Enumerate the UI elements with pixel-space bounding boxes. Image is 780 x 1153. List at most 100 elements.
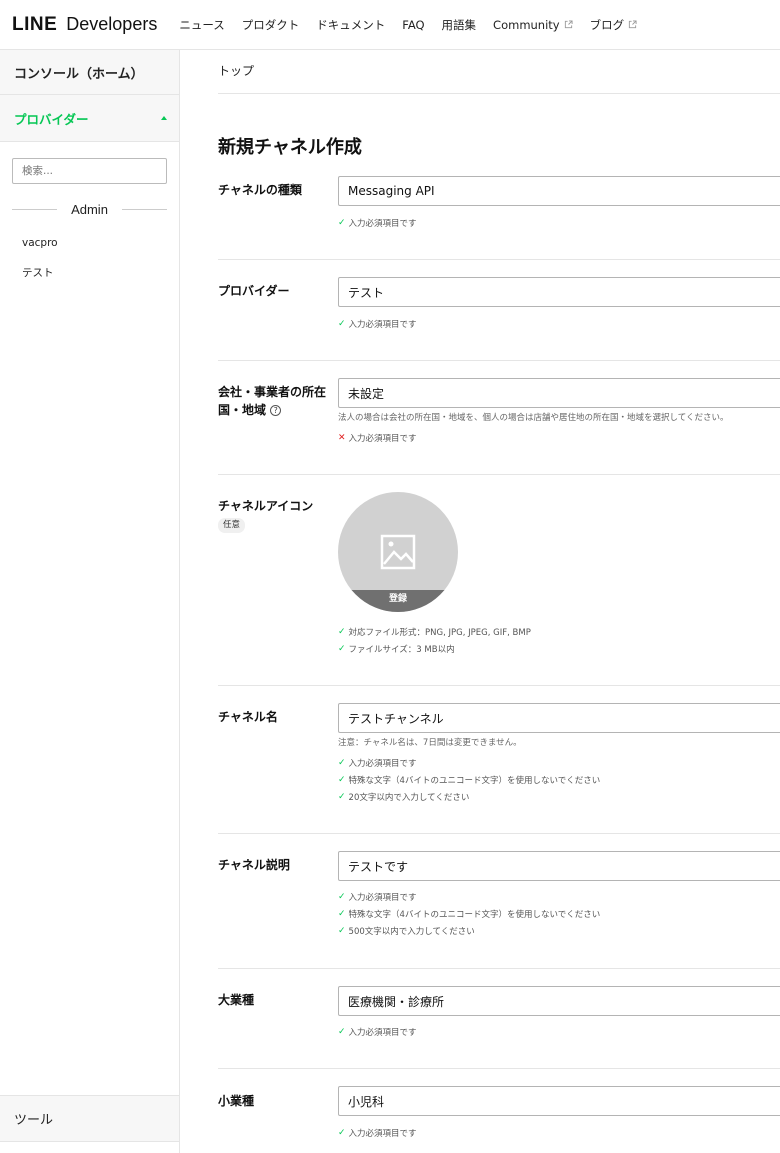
checkmark-icon: ✓: [338, 892, 346, 902]
checkmark-icon: ✓: [338, 926, 346, 936]
channel-type-label: チャネルの種類: [218, 183, 302, 197]
nav-news[interactable]: ニュース: [179, 17, 224, 33]
help-icon[interactable]: ?: [270, 405, 282, 416]
channel-type-check-text: 入力必須項目です: [348, 219, 417, 229]
minor-industry-check: ✓ 入力必須項目です: [338, 1127, 417, 1139]
sidebar-group-admin: Admin: [12, 202, 168, 217]
divider: [218, 474, 780, 475]
provider-check-text: 入力必須項目です: [348, 320, 417, 330]
page-title: 新規チャネル作成: [218, 137, 362, 158]
country-error-text: 入力必須項目です: [348, 434, 417, 444]
top-nav: ニュース プロダクト ドキュメント FAQ 用語集 Community ブログ: [179, 17, 654, 33]
image-placeholder-icon: [380, 534, 416, 570]
sidebar-item-vacpro[interactable]: vacpro: [22, 237, 58, 249]
provider-field[interactable]: [338, 277, 780, 307]
description-check-length: ✓ 500文字以内で入力してください: [338, 925, 475, 937]
channel-icon-upload[interactable]: 登録: [338, 492, 458, 612]
sidebar-console-home[interactable]: コンソール（ホーム）: [0, 50, 179, 95]
sidebar-tools[interactable]: ツール: [0, 1095, 179, 1142]
checkmark-icon: ✓: [338, 1128, 346, 1138]
channel-description-input[interactable]: [338, 851, 780, 881]
minor-industry-check-text: 入力必須項目です: [348, 1129, 417, 1139]
checkmark-icon: ✓: [338, 758, 346, 768]
caret-up-icon: [161, 116, 167, 120]
register-icon-button[interactable]: 登録: [338, 590, 458, 612]
nav-products[interactable]: プロダクト: [242, 17, 300, 33]
country-error: ✕ 入力必須項目です: [338, 432, 417, 444]
description-check-length-text: 500文字以内で入力してください: [348, 927, 475, 937]
channel-type-check: ✓ 入力必須項目です: [338, 217, 417, 229]
icon-check-size-text: ファイルサイズ：3 MB以内: [348, 645, 455, 655]
line-developers-logo[interactable]: LINE Developers: [12, 14, 157, 36]
channel-name-check-length-text: 20文字以内で入力してください: [348, 793, 470, 803]
nav-glossary[interactable]: 用語集: [442, 17, 477, 33]
sidebar-item-test[interactable]: テスト: [22, 265, 54, 280]
description-check-required-text: 入力必須項目です: [348, 893, 417, 903]
country-label: 会社・事業者の所在 国・地域 ?: [218, 383, 333, 419]
sidebar-search-input[interactable]: [12, 158, 167, 184]
checkmark-icon: ✓: [338, 1027, 346, 1037]
divider: [218, 1068, 780, 1069]
nav-faq[interactable]: FAQ: [402, 18, 424, 32]
country-label-line1: 会社・事業者の所在: [218, 385, 327, 399]
provider-check: ✓ 入力必須項目です: [338, 318, 417, 330]
checkmark-icon: ✓: [338, 644, 346, 654]
channel-icon-label: チャネルアイコン: [218, 499, 314, 513]
channel-name-check-required: ✓ 入力必須項目です: [338, 757, 417, 769]
divider: [218, 685, 780, 686]
x-icon: ✕: [338, 433, 346, 443]
checkmark-icon: ✓: [338, 319, 346, 329]
divider: [121, 209, 168, 210]
channel-type-field[interactable]: [338, 176, 780, 206]
logo-developers-text: Developers: [66, 13, 158, 34]
icon-check-format-text: 対応ファイル形式：PNG, JPG, JPEG, GIF, BMP: [348, 628, 531, 638]
channel-name-check-required-text: 入力必須項目です: [348, 759, 417, 769]
channel-name-check-chars: ✓ 特殊な文字（4バイトのユニコード文字）を使用しないでください: [338, 774, 600, 786]
divider: [218, 968, 780, 969]
country-field[interactable]: [338, 378, 780, 408]
description-check-required: ✓ 入力必須項目です: [338, 891, 417, 903]
nav-blog[interactable]: ブログ: [590, 17, 638, 33]
checkmark-icon: ✓: [338, 909, 346, 919]
top-header: LINE Developers ニュース プロダクト ドキュメント FAQ 用語…: [0, 0, 780, 50]
divider: [12, 209, 58, 210]
channel-description-label: チャネル説明: [218, 858, 290, 872]
divider: [218, 360, 780, 361]
sidebar-provider-toggle[interactable]: プロバイダー: [0, 95, 179, 142]
external-link-icon: [564, 20, 573, 29]
nav-community[interactable]: Community: [493, 18, 573, 32]
provider-label: プロバイダー: [218, 284, 290, 298]
sidebar-group-label: Admin: [71, 202, 108, 217]
channel-name-check-chars-text: 特殊な文字（4バイトのユニコード文字）を使用しないでください: [348, 776, 601, 786]
country-label-line2: 国・地域: [218, 403, 267, 417]
divider: [218, 259, 780, 260]
description-check-chars: ✓ 特殊な文字（4バイトのユニコード文字）を使用しないでください: [338, 908, 600, 920]
minor-industry-label: 小業種: [218, 1094, 255, 1108]
major-industry-check-text: 入力必須項目です: [348, 1028, 417, 1038]
breadcrumb-top[interactable]: トップ: [218, 62, 254, 79]
channel-name-check-length: ✓ 20文字以内で入力してください: [338, 791, 469, 803]
icon-check-format: ✓ 対応ファイル形式：PNG, JPG, JPEG, GIF, BMP: [338, 626, 531, 638]
nav-documents[interactable]: ドキュメント: [316, 17, 385, 33]
checkmark-icon: ✓: [338, 218, 346, 228]
description-check-chars-text: 特殊な文字（4バイトのユニコード文字）を使用しないでください: [348, 910, 601, 920]
icon-check-size: ✓ ファイルサイズ：3 MB以内: [338, 643, 455, 655]
major-industry-field[interactable]: [338, 986, 780, 1016]
sidebar: コンソール（ホーム） プロバイダー Admin vacpro テスト ツール: [0, 50, 180, 1153]
channel-name-note: 注意：チャネル名は、7日間は変更できません。: [338, 738, 522, 748]
external-link-icon: [629, 20, 637, 29]
divider: [218, 833, 780, 834]
checkmark-icon: ✓: [338, 792, 346, 802]
channel-name-input[interactable]: [338, 703, 780, 733]
logo-line-text: LINE: [12, 13, 58, 35]
main-content: トップ 新規チャネル作成 チャネルの種類 ✓ 入力必須項目です プロバイダー ✓…: [218, 50, 780, 1153]
country-note: 法人の場合は会社の所在国・地域を、個人の場合は店舗や居住地の所在国・地域を選択し…: [338, 413, 729, 423]
sidebar-provider-label: プロバイダー: [14, 111, 89, 127]
major-industry-label: 大業種: [218, 993, 255, 1007]
channel-name-label: チャネル名: [218, 710, 278, 724]
nav-blog-label: ブログ: [589, 17, 625, 32]
minor-industry-field[interactable]: [338, 1086, 780, 1116]
checkmark-icon: ✓: [338, 775, 346, 785]
checkmark-icon: ✓: [338, 627, 346, 637]
optional-badge: 任意: [218, 518, 246, 533]
